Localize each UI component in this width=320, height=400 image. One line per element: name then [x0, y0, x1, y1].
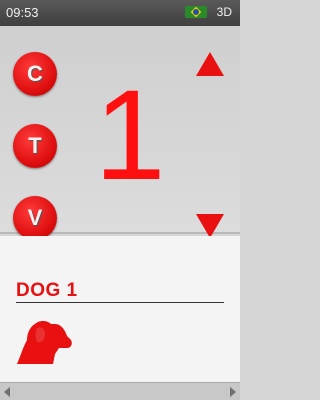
status-mode: 3D [216, 5, 232, 19]
arrow-down-icon[interactable] [196, 214, 224, 238]
dog-panel: DOG 1 [0, 236, 240, 382]
c-button[interactable]: C [13, 52, 57, 96]
status-right: 3D [184, 5, 232, 19]
arrow-up-icon[interactable] [196, 52, 224, 76]
dog-name: DOG 1 [16, 280, 78, 301]
current-value-display: 1 [94, 64, 166, 207]
scroll-right-icon[interactable] [230, 387, 236, 397]
flag-icon [184, 6, 207, 18]
scroll-left-icon[interactable] [4, 387, 10, 397]
dog-head-icon[interactable] [15, 318, 75, 366]
status-bar: 09:53 3D [0, 0, 240, 26]
status-time: 09:53 [6, 5, 39, 20]
control-panel: C T V 1 [0, 26, 240, 240]
divider [16, 302, 224, 303]
v-button[interactable]: V [13, 196, 57, 240]
bottom-scroll-bar[interactable] [0, 382, 240, 400]
t-button[interactable]: T [13, 124, 57, 168]
